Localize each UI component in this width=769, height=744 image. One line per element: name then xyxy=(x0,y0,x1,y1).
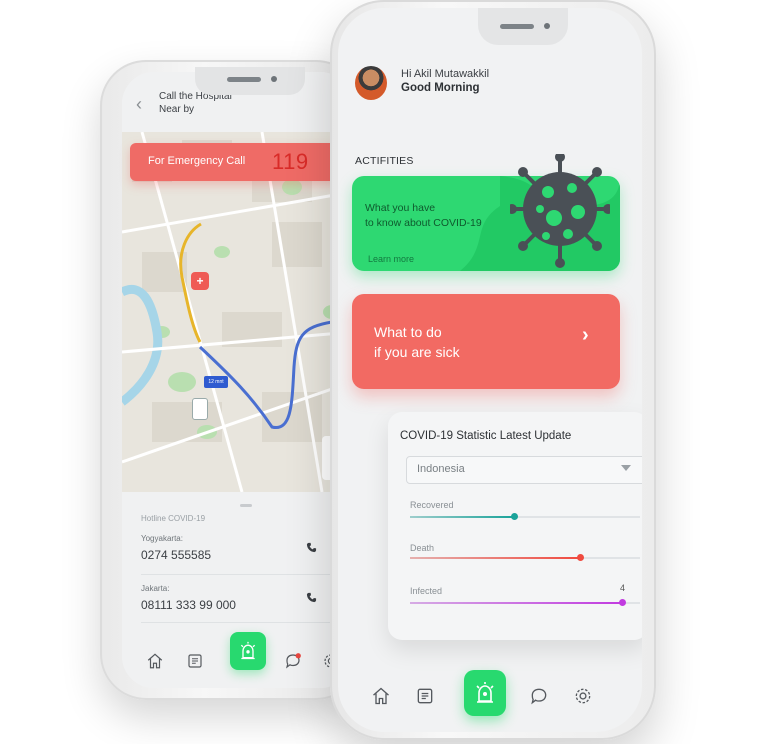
chevron-left-icon[interactable]: ‹ xyxy=(136,94,142,115)
stat-label: Recovered xyxy=(410,500,454,510)
stat-bar-fill xyxy=(410,557,581,559)
hotline-title: Hotline COVID-19 xyxy=(141,514,206,523)
settings-icon[interactable] xyxy=(573,686,593,706)
stat-value: 4 xyxy=(620,583,626,593)
stat-bar-track xyxy=(410,554,640,561)
front-camera xyxy=(544,23,550,29)
hotline-city: Jakarta: xyxy=(141,584,170,593)
siren-icon xyxy=(476,682,494,703)
greeting-time: Good Morning xyxy=(401,82,480,94)
back-phone-notch xyxy=(195,67,305,95)
sheet-handle[interactable] xyxy=(240,504,252,507)
speaker xyxy=(500,24,534,29)
stat-bar-knob[interactable] xyxy=(577,554,585,561)
learn-more-link[interactable]: Learn more xyxy=(368,254,414,264)
statistics-card: COVID-19 Statistic Latest Update Indones… xyxy=(388,412,642,640)
stat-label: Death xyxy=(410,543,435,553)
hotline-number[interactable]: 0274 555585 xyxy=(141,548,211,562)
ambulance-icon xyxy=(192,398,208,420)
home-icon[interactable] xyxy=(371,686,391,706)
virus-icon xyxy=(510,154,610,268)
hotline-city: Yogyakarta: xyxy=(141,534,183,543)
front-phone-screen: Hi Akil Mutawakkil Good Morning ACTIFITI… xyxy=(338,8,642,732)
front-phone-notch xyxy=(478,8,568,45)
hospital-marker-icon[interactable]: + xyxy=(191,272,209,290)
stat-bar-track xyxy=(410,513,640,520)
chat-icon[interactable] xyxy=(284,652,302,670)
stat-bar-knob[interactable] xyxy=(618,599,626,606)
chevron-down-icon xyxy=(621,465,631,471)
emergency-siren-button[interactable] xyxy=(464,670,506,716)
covid-info-card[interactable]: What you have to know about COVID-19 Lea… xyxy=(352,154,620,271)
speaker xyxy=(227,77,261,82)
emergency-number[interactable]: 119 xyxy=(272,149,309,175)
sick-guide-card[interactable]: What to do if you are sick › xyxy=(352,294,620,389)
stat-label: Infected xyxy=(410,586,443,596)
phone-icon[interactable] xyxy=(306,592,317,603)
country-select[interactable]: Indonesia xyxy=(406,456,642,484)
front-camera xyxy=(271,76,277,82)
chat-icon[interactable] xyxy=(529,686,549,706)
front-phone: Hi Akil Mutawakkil Good Morning ACTIFITI… xyxy=(330,0,656,740)
stat-bar-fill xyxy=(410,516,514,518)
stat-bar-fill xyxy=(410,602,622,604)
chevron-right-icon[interactable]: › xyxy=(582,324,589,347)
news-icon[interactable] xyxy=(186,652,204,670)
phone-icon[interactable] xyxy=(306,542,317,553)
bottom-nav xyxy=(122,620,352,688)
avatar[interactable] xyxy=(355,66,387,100)
bottom-nav xyxy=(338,658,642,728)
stat-bar-knob[interactable] xyxy=(510,513,518,520)
home-icon[interactable] xyxy=(146,652,164,670)
siren-icon xyxy=(240,641,256,660)
map-canvas xyxy=(122,132,352,492)
news-icon[interactable] xyxy=(415,686,435,706)
divider xyxy=(141,574,341,575)
greeting-name: Hi Akil Mutawakkil xyxy=(401,68,490,80)
emergency-label: For Emergency Call xyxy=(148,155,246,167)
sick-card-text: What to do if you are sick xyxy=(374,324,460,360)
country-select-value: Indonesia xyxy=(417,463,465,475)
emergency-call-bar[interactable]: For Emergency Call 119 xyxy=(130,143,340,181)
info-card-text: What you have to know about COVID-19 xyxy=(365,202,482,229)
hotline-number[interactable]: 08111 333 99 000 xyxy=(141,598,236,612)
section-title: ACTIFITIES xyxy=(355,155,414,167)
eta-badge: 12 mnt xyxy=(204,376,228,388)
emergency-siren-button[interactable] xyxy=(230,632,266,670)
map-view[interactable]: 12 mnt + xyxy=(122,132,352,492)
stat-bar-track xyxy=(410,599,640,606)
statistics-title: COVID-19 Statistic Latest Update xyxy=(400,430,572,442)
